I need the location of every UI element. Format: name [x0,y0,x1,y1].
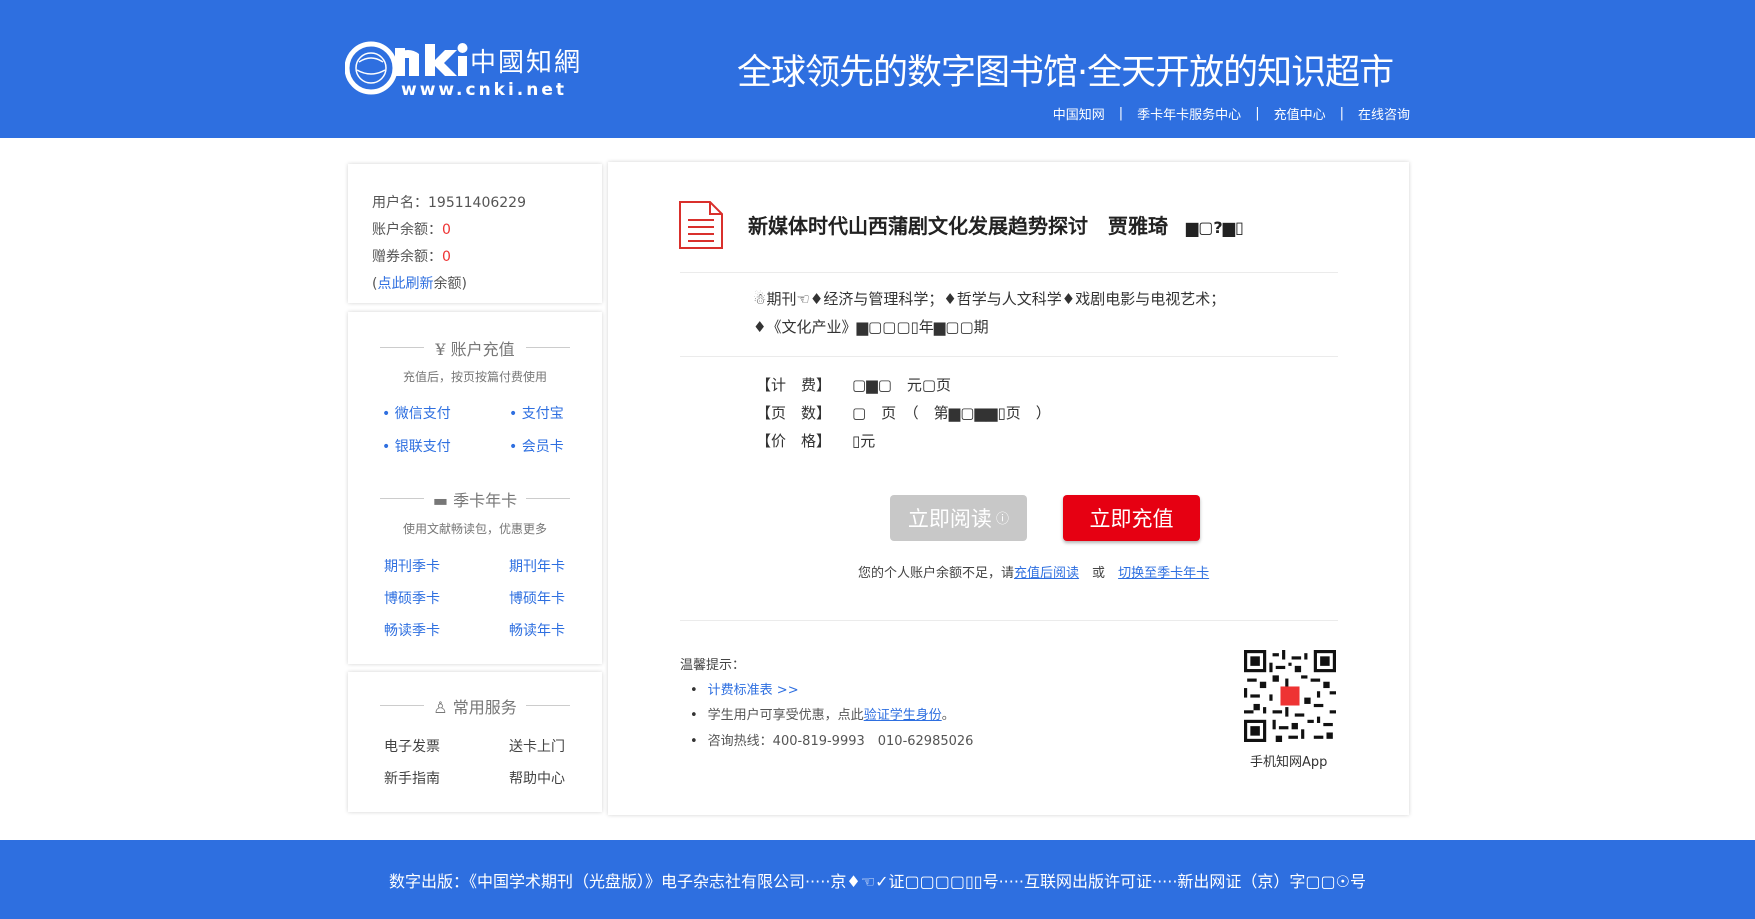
refresh-balance-row: (点此刷新余额) [372,276,467,292]
journal-year-card-link[interactable]: 期刊年卡 [509,556,565,576]
tip-hotline: 咨询热线：400-819-9993 010-62985026 [690,730,974,749]
fee-standard-link[interactable]: 计费标准表 >> [708,683,799,698]
card-delivery-link[interactable]: 送卡上门 [509,736,565,756]
recharge-subtitle: 充值后，按页按篇付费使用 [402,370,547,384]
services-panel: ♙ 常用服务 电子发票 送卡上门 新手指南 帮助中心 [348,672,602,812]
reader-season-card-link[interactable]: 畅读季卡 [384,620,440,640]
nav-online-consult[interactable]: 在线咨询 [1358,104,1410,123]
read-now-button[interactable]: 立即阅读 ⓘ [890,495,1027,541]
refresh-balance-link[interactable]: 点此刷新 [377,276,433,292]
divider [680,620,1338,621]
recharge-panel: ¥ 账户充值 充值后，按页按篇付费使用 微信支付 支付宝 银联支付 会员卡 ▬ … [348,312,602,664]
e-invoice-link[interactable]: 电子发票 [384,736,440,756]
logo-url: www.cnki.net [401,80,568,100]
document-title-row: 新媒体时代山西蒲剧文化发展趋势探讨 贾雅琦 ▆▢?▆▯ [748,210,1244,239]
qr-code-icon [1244,650,1336,742]
document-title: 新媒体时代山西蒲剧文化发展趋势探讨 [748,214,1088,238]
nav-recharge-center[interactable]: 充值中心 [1274,104,1326,123]
pages-value: ▢ 页 （ 第▆▢▆▆▯页 ） [852,404,1051,422]
main-panel: 新媒体时代山西蒲剧文化发展趋势探讨 贾雅琦 ▆▢?▆▯ ☃期刊☜♦经济与管理科学；♦… [608,162,1409,815]
price-value: ▯元 [852,432,876,450]
unionpay-link[interactable]: 银联支付 [382,436,451,456]
document-source: ♦《文化产业》▆▢▢▢▯年▆▢▢期 [753,318,989,336]
header: 中國知網 www.cnki.net 全球领先的数字图书馆·全天开放的知识超市 中… [0,0,1755,138]
wechat-pay-link[interactable]: 微信支付 [382,403,451,423]
top-nav: 中国知网 | 季卡年卡服务中心 | 充值中心 | 在线咨询 [1053,104,1410,123]
divider [680,356,1338,357]
price-row: 【价 格】 ▯元 [756,432,876,450]
verify-student-link[interactable]: 验证学生身份 [864,708,942,723]
cards-subtitle: 使用文献畅读包，优惠更多 [402,522,547,536]
account-balance-value: 0 [442,222,451,238]
recharge-now-button[interactable]: 立即充值 [1063,495,1200,541]
username-text: 用户名：19511406229 [372,195,526,211]
user-info-panel: 用户名：19511406229 账户余额：0 赠券余额：0 (点此刷新余额) [348,164,602,303]
nav-card-service-center[interactable]: 季卡年卡服务中心 [1137,104,1241,123]
info-icon: ⓘ [991,512,1010,527]
divider [680,272,1338,273]
document-category: ☃期刊☜♦经济与管理科学；♦哲学与人文科学♦戏剧电影与电视艺术； [753,290,1226,308]
recharge-then-read-link[interactable]: 充值后阅读 [1014,566,1079,581]
nav-separator: | [1118,106,1124,121]
journal-season-card-link[interactable]: 期刊季卡 [384,556,440,576]
logo-chinese-name: 中國知網 [470,48,583,78]
header-slogan: 全球领先的数字图书馆·全天开放的知识超市 [737,53,1394,93]
fee-value: ▢▆▢ 元▢页 [852,376,952,394]
pages-row: 【页 数】 ▢ 页 （ 第▆▢▆▆▯页 ） [756,404,1051,422]
thesis-year-card-link[interactable]: 博硕年卡 [509,588,565,608]
alipay-link[interactable]: 支付宝 [509,403,564,423]
coupon-balance-value: 0 [442,249,451,265]
document-icon [679,201,723,249]
tip-fee-standard: 计费标准表 >> [690,679,799,698]
balance-notice: 您的个人账户余额不足，请充值后阅读 或 切换至季卡年卡 [858,566,1210,581]
cnki-logo[interactable]: 中國知網 www.cnki.net [345,38,585,102]
coupon-balance-row: 赠券余额：0 [372,249,451,265]
tip-student: 学生用户可享受优惠，点此验证学生身份。 [690,704,955,723]
fee-row: 【计 费】 ▢▆▢ 元▢页 [756,376,952,394]
yen-coin-icon: ¥ [435,340,446,359]
cards-section-title: ▬ 季卡年卡 [380,487,570,511]
document-author: 贾雅琦 [1108,214,1168,238]
nav-separator: | [1255,106,1260,121]
footer-copyright: 数字出版：《中国学术期刊（光盘版）》电子杂志社有限公司·····京♦☜✓证▢▢▢… [388,871,1367,891]
tips-title: 温馨提示： [680,658,746,673]
reader-year-card-link[interactable]: 畅读年卡 [509,620,565,640]
nav-cnki-home[interactable]: 中国知网 [1053,104,1105,123]
beginner-guide-link[interactable]: 新手指南 [384,768,440,788]
nav-separator: | [1339,106,1344,121]
qr-code-label: 手机知网App [1250,755,1328,770]
services-section-title: ♙ 常用服务 [380,694,570,718]
card-icon: ▬ [432,491,448,510]
switch-to-card-link[interactable]: 切换至季卡年卡 [1118,566,1209,581]
user-icon: ♙ [433,698,448,717]
member-card-link[interactable]: 会员卡 [509,436,564,456]
document-extra-glyphs: ▆▢?▆▯ [1186,218,1244,237]
thesis-season-card-link[interactable]: 博硕季卡 [384,588,440,608]
account-balance-row: 账户余额：0 [372,222,451,238]
footer: 数字出版：《中国学术期刊（光盘版）》电子杂志社有限公司·····京♦☜✓证▢▢▢… [0,840,1755,919]
recharge-section-title: ¥ 账户充值 [380,336,570,360]
help-center-link[interactable]: 帮助中心 [509,768,565,788]
